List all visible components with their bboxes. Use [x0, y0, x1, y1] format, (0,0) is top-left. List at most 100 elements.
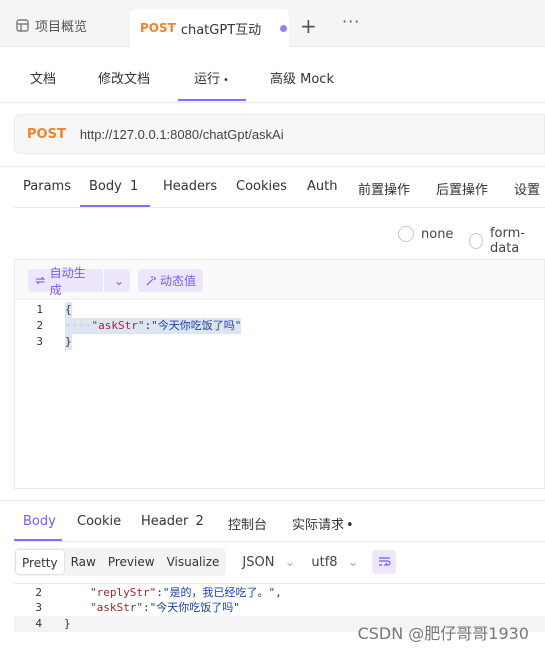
format-visualize[interactable]: Visualize: [161, 549, 226, 575]
encoding-value: utf8: [311, 554, 338, 570]
tab-pre-ops[interactable]: 前置操作: [358, 179, 410, 198]
dynamic-value-label: 动态值: [160, 274, 197, 288]
code-line: 2 "replyStr" : "是的，我已经吃了。" ,: [14, 585, 282, 601]
more-tabs-button[interactable]: ···: [342, 12, 360, 31]
nav-run[interactable]: 运行 •: [194, 68, 229, 87]
request-method[interactable]: POST: [27, 127, 66, 142]
code-selection: ···· "askStr" : "今天你吃饭了吗": [65, 318, 242, 334]
code-line: 3 "askStr" : "今天你吃饭了吗": [14, 600, 240, 616]
api-subnav: 文档 修改文档 运行 • 高级 Mock: [0, 48, 545, 102]
format-raw[interactable]: Raw: [65, 549, 102, 575]
code-line: 3 }: [15, 334, 72, 350]
chevron-down-icon[interactable]: ⌄: [108, 274, 130, 288]
nav-edit-docs[interactable]: 修改文档: [98, 68, 150, 87]
chevron-down-icon: ⌄: [284, 554, 296, 570]
json-value: "今天你吃饭了吗": [149, 601, 240, 614]
res-tab-header-label: Header: [141, 514, 189, 529]
dynamic-value-button[interactable]: 动态值: [138, 269, 204, 292]
auto-generate-button[interactable]: 自动生成 ⌄: [28, 266, 130, 297]
line-number: 1: [36, 303, 43, 316]
tab-settings[interactable]: 设置: [514, 179, 540, 198]
response-format-bar: Pretty Raw Preview Visualize JSON ⌄ utf8…: [14, 548, 397, 576]
add-tab-button[interactable]: +: [300, 14, 317, 38]
format-toggle-group: Pretty Raw Preview Visualize: [14, 548, 227, 576]
json-key: "askStr": [91, 319, 145, 332]
divider: [14, 541, 545, 542]
radio-none-label: none: [421, 226, 454, 242]
divider: [0, 102, 545, 103]
tab-post-ops[interactable]: 后置操作: [436, 179, 488, 198]
divider: [14, 207, 545, 208]
json-key: "askStr": [90, 601, 143, 614]
code-text: {: [65, 302, 72, 318]
json-value: "今天你吃饭了吗": [151, 319, 242, 332]
json-key: "replyStr": [90, 586, 157, 599]
code-line: 1 {: [15, 302, 72, 318]
wrap-icon: [378, 557, 391, 566]
divider: [0, 166, 545, 167]
radio-form-data-label: form-data: [489, 226, 525, 256]
json-value: "是的，我已经吃了。": [162, 586, 276, 599]
body-count-badge: 1: [129, 179, 139, 194]
header-count-badge: 2: [195, 514, 204, 529]
res-tab-actual-label: 实际请求: [292, 518, 345, 533]
res-tab-cookie[interactable]: Cookie: [77, 514, 121, 529]
nav-advanced-mock[interactable]: 高级 Mock: [270, 68, 334, 87]
tab-method-badge: POST: [140, 21, 176, 35]
tab-headers[interactable]: Headers: [163, 179, 217, 194]
encoding-select[interactable]: utf8 ⌄: [311, 555, 358, 570]
code-line: 2 ···· "askStr" : "今天你吃饭了吗": [15, 318, 242, 334]
request-url-input[interactable]: http://127.0.0.1:8080/chatGpt/askAi: [80, 127, 284, 142]
code-text: }: [65, 334, 72, 350]
format-pretty[interactable]: Pretty: [15, 549, 65, 575]
json-colon: :: [156, 586, 163, 599]
auto-generate-main[interactable]: 自动生成: [28, 266, 104, 297]
tab-overview-label: 项目概览: [35, 20, 88, 35]
tab-project-overview[interactable]: 项目概览: [16, 16, 87, 35]
format-preview[interactable]: Preview: [102, 549, 161, 575]
json-colon: :: [144, 319, 152, 332]
code-text: }: [64, 617, 71, 630]
radio-circle-icon: [398, 226, 414, 242]
res-tab-body[interactable]: Body: [23, 514, 56, 529]
request-body-editor[interactable]: 1 { 2 ···· "askStr" : "今天你吃饭了吗" 3 }: [14, 299, 545, 489]
radio-circle-icon: [469, 233, 483, 249]
chevron-down-icon: ⌄: [347, 554, 359, 570]
json-colon: :: [142, 601, 150, 614]
url-bar[interactable]: POST http://127.0.0.1:8080/chatGpt/askAi: [14, 114, 545, 154]
res-tab-header[interactable]: Header 2: [141, 514, 204, 529]
nav-run-underline: [178, 99, 246, 101]
indent-guide: ····: [65, 319, 92, 332]
overview-icon: [16, 19, 29, 32]
lang-value: JSON: [242, 554, 275, 570]
tab-params[interactable]: Params: [23, 179, 71, 194]
tab-body[interactable]: Body 1: [89, 179, 138, 194]
tab-body-label: Body: [89, 179, 122, 194]
nav-run-dot: •: [223, 75, 229, 86]
editor-toolbar: 自动生成 ⌄ 动态值: [14, 259, 545, 299]
divider: [0, 500, 545, 501]
tab-title: chatGPT互动: [180, 22, 262, 38]
tab-auth[interactable]: Auth: [307, 179, 337, 194]
tab-chatgpt-interaction[interactable]: POST chatGPT互动: [130, 9, 289, 47]
radio-form-data[interactable]: form-data: [469, 226, 545, 256]
tab-cookies[interactable]: Cookies: [236, 179, 287, 194]
line-number: 2: [36, 319, 43, 332]
res-tab-actual-request[interactable]: 实际请求 •: [292, 514, 354, 533]
line-number: 4: [35, 617, 42, 630]
auto-generate-label: 自动生成: [49, 265, 86, 297]
actual-request-dot: •: [346, 518, 354, 533]
lang-select[interactable]: JSON ⌄: [242, 555, 295, 570]
nav-run-label: 运行: [194, 72, 221, 87]
nav-docs[interactable]: 文档: [30, 68, 56, 87]
word-wrap-button[interactable]: [372, 550, 397, 574]
radio-none[interactable]: none: [398, 226, 453, 242]
csdn-watermark: CSDN @肥仔哥哥1930: [357, 624, 529, 643]
magic-wand-icon: [146, 276, 156, 286]
swap-icon: [35, 276, 46, 285]
res-tab-console[interactable]: 控制台: [228, 514, 267, 533]
line-number: 2: [35, 586, 42, 599]
unsaved-dot-icon: [280, 24, 288, 32]
json-comma: ,: [275, 586, 282, 599]
line-number: 3: [35, 601, 42, 614]
